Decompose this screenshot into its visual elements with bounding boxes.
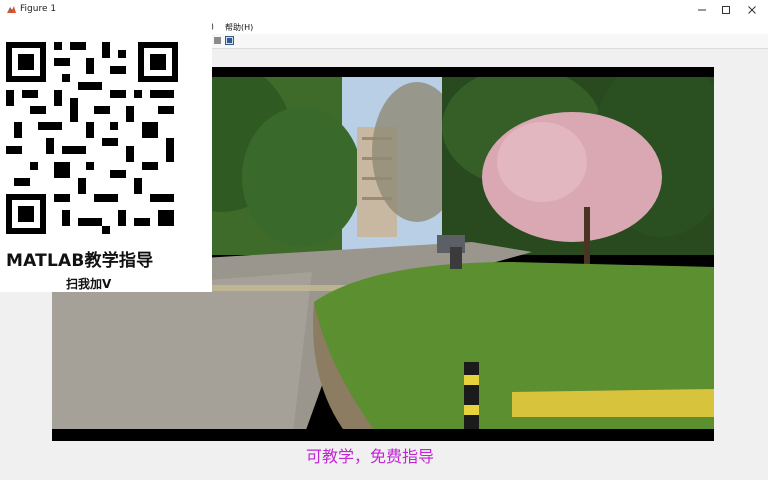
qr-advert-card: MATLAB教学指导 扫我加V [0, 20, 212, 292]
menu-item-help[interactable]: 帮助(H) [225, 22, 253, 33]
qr-code-icon[interactable] [6, 42, 178, 234]
close-icon [748, 6, 756, 14]
maximize-button[interactable] [714, 0, 738, 20]
matlab-figure-icon [6, 4, 17, 15]
maximize-icon [722, 6, 730, 14]
window-titlebar: Figure 1 [0, 0, 768, 21]
toolbar-tool-icon[interactable] [213, 36, 222, 45]
close-button[interactable] [740, 0, 764, 20]
qr-subtitle: 扫我加V [66, 277, 112, 291]
qr-brand-title: MATLAB教学指导 [6, 251, 154, 271]
promo-caption: 可教学，免费指导 [306, 447, 435, 466]
minimize-button[interactable] [690, 0, 714, 20]
window-title: Figure 1 [20, 4, 57, 14]
minimize-icon [698, 9, 706, 11]
toolbar-image-icon[interactable] [225, 36, 234, 45]
